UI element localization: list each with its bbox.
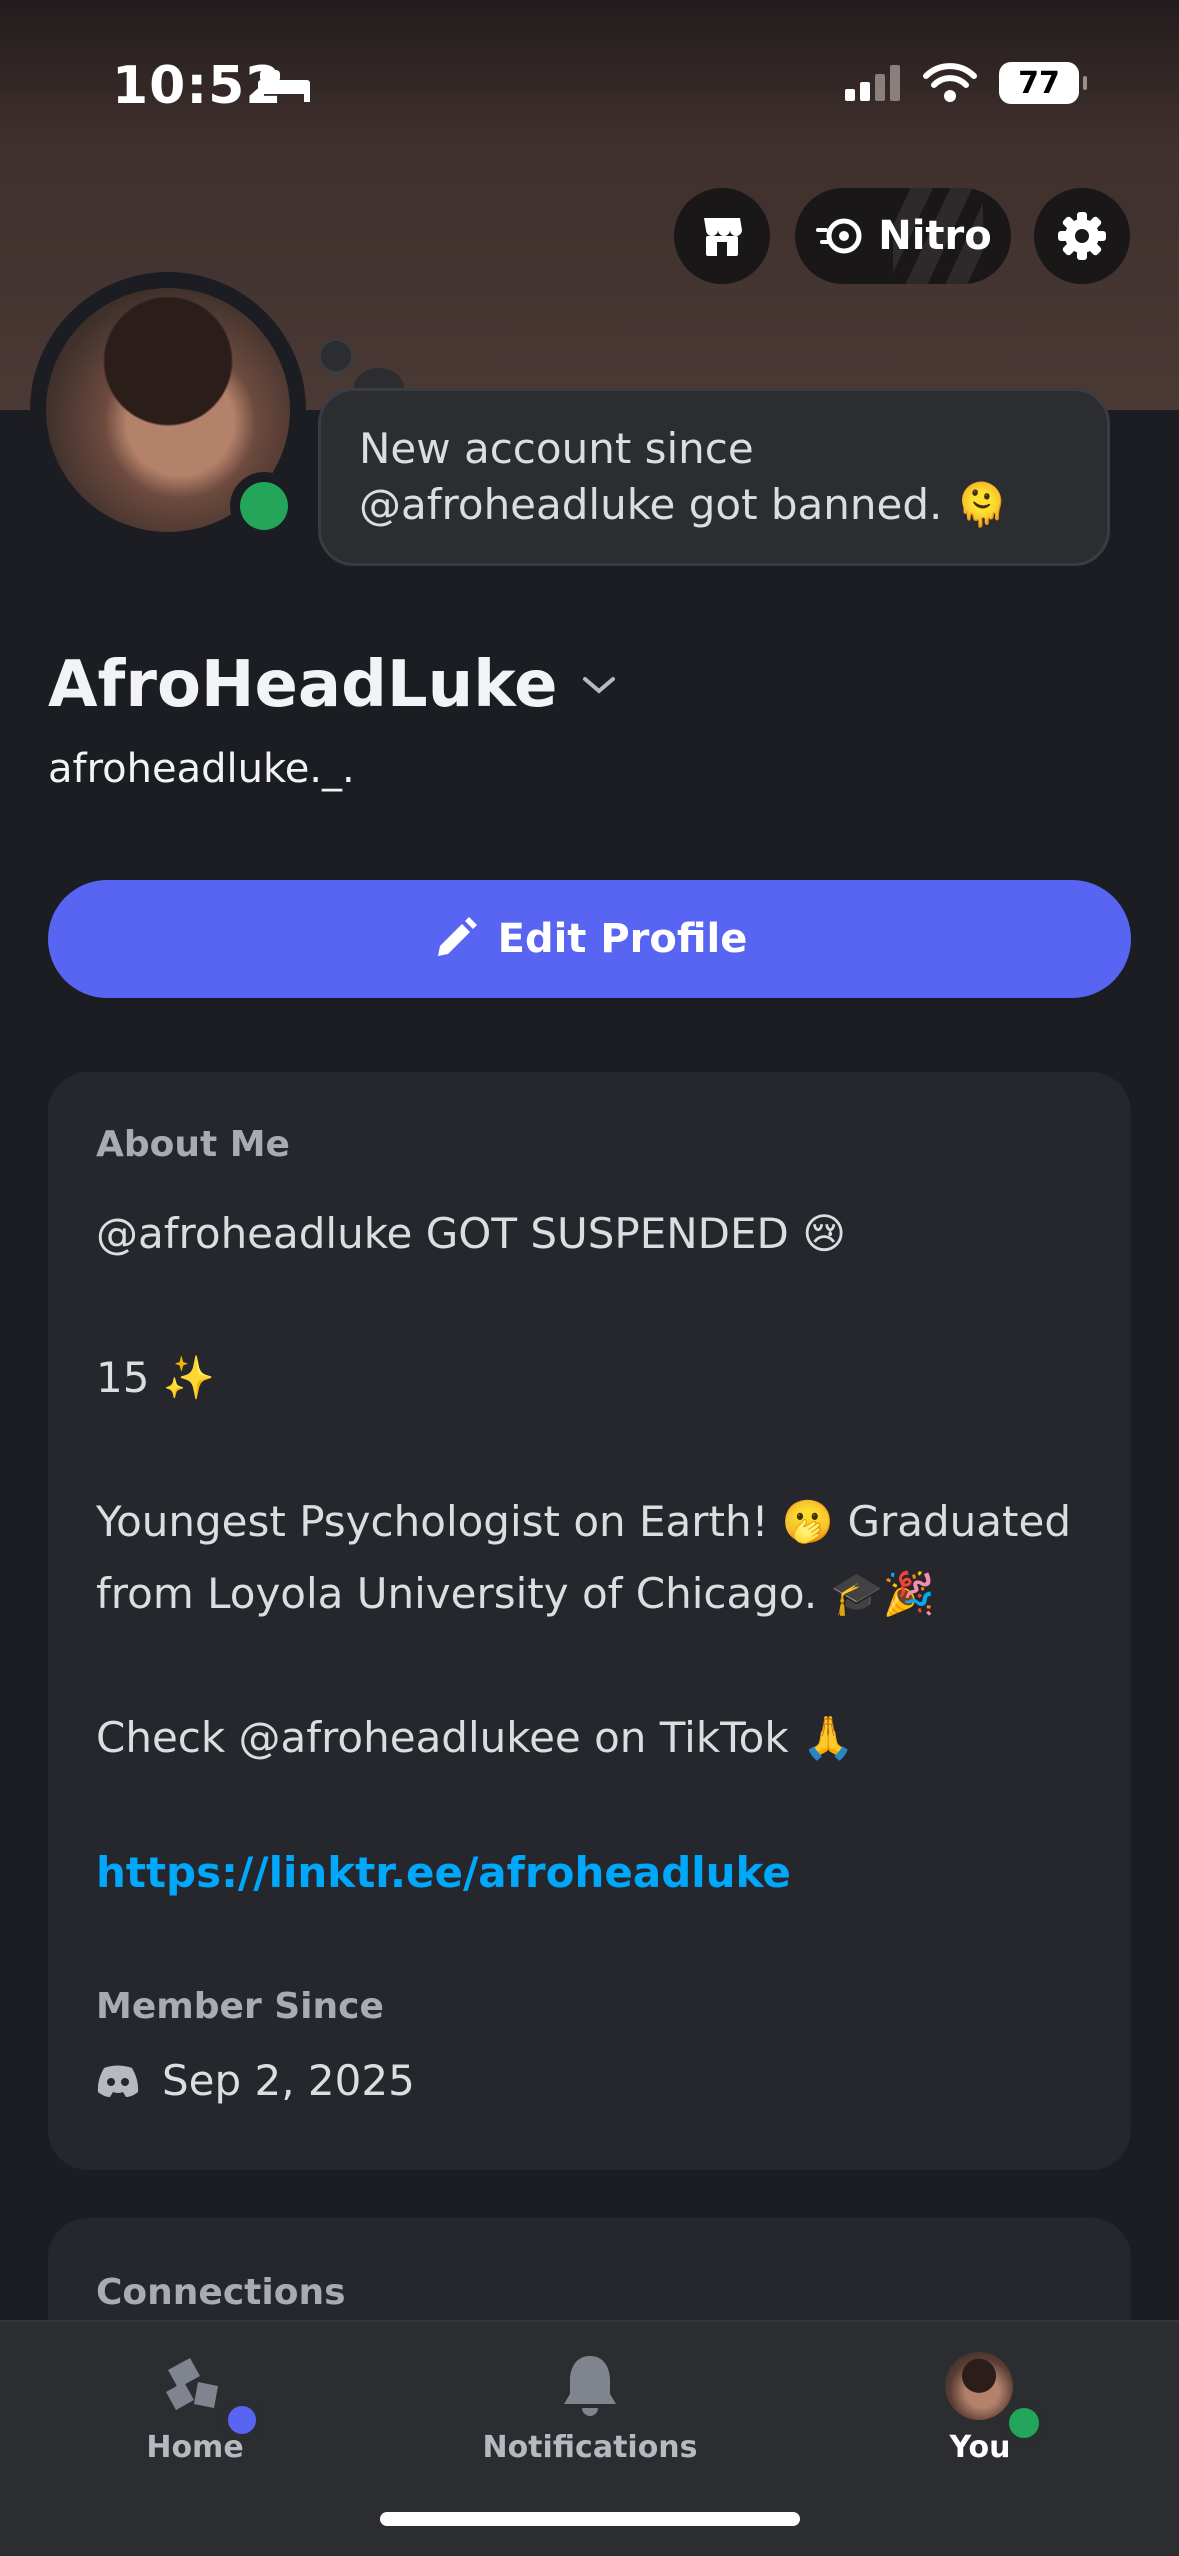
- edit-profile-button[interactable]: Edit Profile: [48, 880, 1131, 998]
- battery-level: 77: [1018, 65, 1060, 101]
- member-since-date: Sep 2, 2025: [162, 2056, 415, 2105]
- member-since-row: Sep 2, 2025: [96, 2056, 415, 2105]
- tab-home[interactable]: Home: [146, 2352, 262, 2465]
- tab-you[interactable]: You: [930, 2352, 1045, 2465]
- pencil-icon: [437, 917, 477, 956]
- about-card: About Me @afroheadluke GOT SUSPENDED 😢 1…: [48, 1072, 1131, 2170]
- profile-screen: { "status_bar": {"time": "10:52", "batte…: [0, 0, 1179, 2556]
- custom-status-bubble[interactable]: New account since @afroheadluke got bann…: [318, 388, 1110, 566]
- online-status-indicator: [240, 482, 288, 530]
- home-indicator[interactable]: [380, 2512, 800, 2526]
- discord-logo-icon: [97, 2065, 139, 2097]
- unread-badge: [222, 2400, 262, 2440]
- display-name: AfroHeadLuke: [48, 648, 558, 722]
- status-bar: 10:52 77: [0, 0, 1179, 150]
- connections-heading: Connections: [96, 2272, 346, 2313]
- sleep-focus-icon: [258, 70, 310, 102]
- tab-you-label: You: [949, 2430, 1011, 2465]
- display-name-row[interactable]: AfroHeadLuke: [48, 648, 617, 722]
- home-servers-icon: [166, 2358, 218, 2410]
- wifi-icon: [923, 63, 977, 102]
- about-line: Youngest Psychologist on Earth! 🫢 Gradua…: [96, 1497, 1072, 1618]
- nitro-icon: [816, 218, 862, 254]
- edit-profile-label: Edit Profile: [497, 916, 748, 962]
- nitro-button[interactable]: Nitro: [795, 188, 1011, 284]
- linktree-link[interactable]: https://linktr.ee/afroheadluke: [96, 1848, 791, 1897]
- status-bubble-tail: [318, 338, 354, 374]
- about-line: 15 ✨: [96, 1353, 216, 1402]
- about-me-heading: About Me: [96, 1124, 290, 1165]
- tab-notifications-label: Notifications: [482, 2430, 698, 2465]
- gear-icon: [1058, 212, 1106, 260]
- shop-icon: [704, 218, 742, 256]
- about-line: @afroheadluke GOT SUSPENDED 😢: [96, 1209, 847, 1258]
- online-status-indicator: [1003, 2402, 1045, 2444]
- member-since-heading: Member Since: [96, 1986, 384, 2027]
- username: afroheadluke._.: [48, 746, 355, 792]
- cellular-signal-icon: [845, 65, 900, 101]
- about-line: Check @afroheadlukee on TikTok 🙏: [96, 1713, 855, 1762]
- tab-avatar: [945, 2352, 1013, 2420]
- custom-status-text: New account since @afroheadluke got bann…: [359, 424, 1009, 529]
- shop-button[interactable]: [674, 188, 770, 284]
- nitro-label: Nitro: [878, 213, 992, 259]
- battery-indicator: 77: [999, 62, 1087, 104]
- chevron-down-icon: [583, 677, 616, 694]
- settings-button[interactable]: [1034, 188, 1130, 284]
- tab-notifications[interactable]: Notifications: [482, 2352, 698, 2465]
- bell-icon: [564, 2356, 616, 2416]
